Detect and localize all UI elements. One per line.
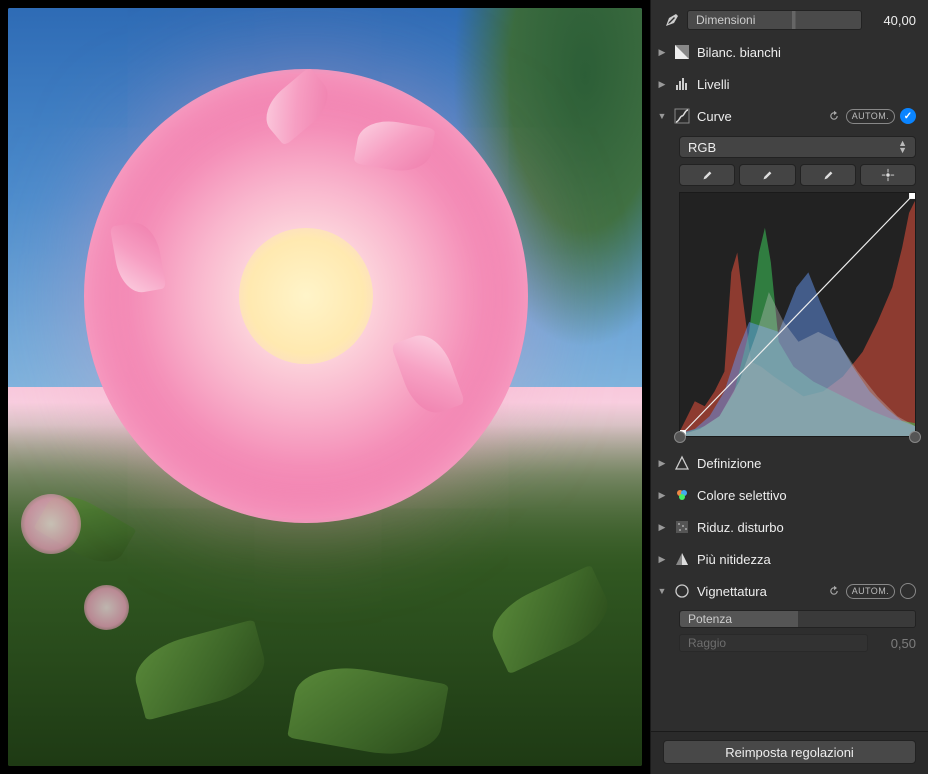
- white-balance-icon: [673, 43, 691, 61]
- dimensions-value[interactable]: 40,00: [868, 13, 916, 28]
- vignette-strength-row: Potenza: [651, 607, 928, 631]
- eyedropper-black-button[interactable]: [679, 164, 735, 186]
- chevron-down-icon: ▼: [657, 111, 667, 121]
- dimensions-label: Dimensioni: [696, 13, 755, 27]
- reset-vignette-icon[interactable]: [827, 584, 841, 598]
- dropdown-arrows-icon: ▲▼: [898, 140, 907, 154]
- panel-footer: Reimposta regolazioni: [651, 731, 928, 774]
- curves-eyedropper-row: [679, 164, 916, 186]
- definition-icon: [673, 454, 691, 472]
- sharpen-row[interactable]: ▶ Più nitidezza: [651, 543, 928, 575]
- adjustments-panel: Dimensioni 40,00 ▶ Bilanc. bianchi ▶ Liv…: [650, 0, 928, 774]
- sharpen-icon: [673, 550, 691, 568]
- vignette-radius-slider[interactable]: Raggio: [679, 634, 868, 652]
- selective-color-label: Colore selettivo: [697, 488, 916, 503]
- chevron-right-icon: ▶: [657, 47, 667, 57]
- vignette-radius-row: Raggio 0,50: [651, 631, 928, 655]
- chevron-right-icon: ▶: [657, 458, 667, 468]
- eyedropper-gray-button[interactable]: [739, 164, 795, 186]
- levels-label: Livelli: [697, 77, 916, 92]
- white-balance-row[interactable]: ▶ Bilanc. bianchi: [651, 36, 928, 68]
- brush-icon: [663, 11, 681, 29]
- curves-enable-toggle[interactable]: [900, 108, 916, 124]
- histogram-black-handle[interactable]: [674, 431, 686, 443]
- curves-row[interactable]: ▼ Curve AUTOM.: [651, 100, 928, 132]
- levels-row[interactable]: ▶ Livelli: [651, 68, 928, 100]
- vignette-strength-label: Potenza: [688, 612, 732, 626]
- chevron-right-icon: ▶: [657, 490, 667, 500]
- curves-channel-dropdown[interactable]: RGB ▲▼: [679, 136, 916, 158]
- add-point-button[interactable]: [860, 164, 916, 186]
- vignette-enable-toggle[interactable]: [900, 583, 916, 599]
- dimensions-row: Dimensioni 40,00: [651, 4, 928, 36]
- curves-channel-value: RGB: [688, 140, 716, 155]
- vignette-radius-value: 0,50: [876, 636, 916, 651]
- histogram-white-handle[interactable]: [909, 431, 921, 443]
- photo-preview: [8, 8, 642, 766]
- selective-color-icon: [673, 486, 691, 504]
- chevron-right-icon: ▶: [657, 554, 667, 564]
- selective-color-row[interactable]: ▶ Colore selettivo: [651, 479, 928, 511]
- reset-curves-icon[interactable]: [827, 109, 841, 123]
- dimensions-slider[interactable]: Dimensioni: [687, 10, 862, 30]
- noise-reduction-row[interactable]: ▶ Riduz. disturbo: [651, 511, 928, 543]
- vignette-radius-label: Raggio: [688, 636, 726, 650]
- auto-vignette-button[interactable]: AUTOM.: [846, 584, 895, 599]
- levels-icon: [673, 75, 691, 93]
- vignette-strength-slider[interactable]: Potenza: [679, 610, 916, 628]
- definition-label: Definizione: [697, 456, 916, 471]
- vignette-row[interactable]: ▼ Vignettatura AUTOM.: [651, 575, 928, 607]
- curves-histogram[interactable]: [679, 192, 916, 437]
- chevron-right-icon: ▶: [657, 522, 667, 532]
- definition-row[interactable]: ▶ Definizione: [651, 447, 928, 479]
- auto-curves-button[interactable]: AUTOM.: [846, 109, 895, 124]
- noise-reduction-icon: [673, 518, 691, 536]
- vignette-label: Vignettatura: [697, 584, 821, 599]
- vignette-icon: [673, 582, 691, 600]
- chevron-right-icon: ▶: [657, 79, 667, 89]
- white-balance-label: Bilanc. bianchi: [697, 45, 916, 60]
- photo-canvas[interactable]: [0, 0, 650, 774]
- curves-label: Curve: [697, 109, 821, 124]
- curves-icon: [673, 107, 691, 125]
- reset-adjustments-button[interactable]: Reimposta regolazioni: [663, 740, 916, 764]
- chevron-down-icon: ▼: [657, 586, 667, 596]
- sharpen-label: Più nitidezza: [697, 552, 916, 567]
- eyedropper-white-button[interactable]: [800, 164, 856, 186]
- noise-reduction-label: Riduz. disturbo: [697, 520, 916, 535]
